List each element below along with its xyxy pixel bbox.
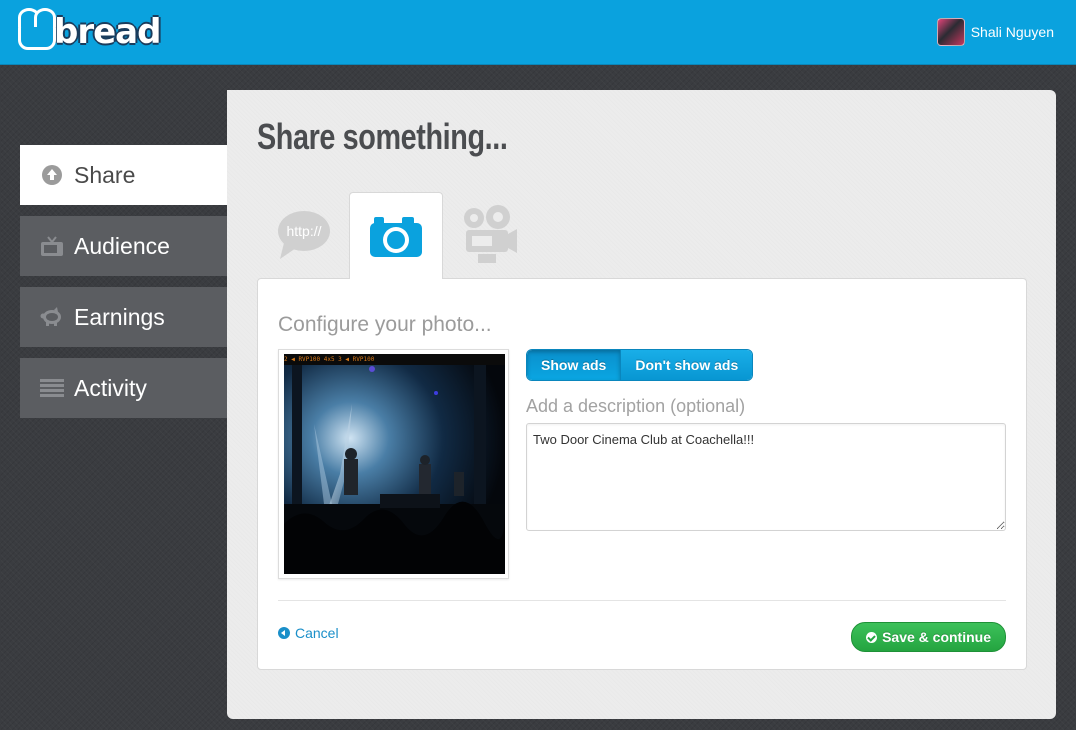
bread-logo-icon (18, 8, 56, 50)
save-continue-button[interactable]: Save & continue (851, 622, 1006, 652)
list-icon (40, 376, 64, 400)
divider (278, 600, 1006, 601)
sidebar-item-label: Share (74, 161, 136, 188)
user-menu[interactable]: Shali Nguyen (936, 18, 1054, 46)
sidebar-item-share[interactable]: Share (20, 145, 227, 205)
tv-icon (40, 234, 64, 258)
page-title: Share something... (257, 116, 508, 157)
photo-preview: 2 ◀ RVP100 4x5 3 ◀ RVP100 (278, 349, 509, 579)
camera-icon (370, 217, 422, 257)
speech-bubble-link-icon: http:// (278, 211, 330, 259)
film-strip: 2 ◀ RVP100 4x5 3 ◀ RVP100 (284, 354, 505, 365)
bread-logo[interactable]: bread (18, 8, 161, 54)
logo-text: bread (54, 12, 161, 52)
sidebar-item-earnings[interactable]: Earnings (20, 287, 227, 347)
cancel-label: Cancel (295, 625, 339, 641)
upload-circle-icon (40, 163, 64, 187)
sidebar-item-label: Activity (74, 374, 147, 401)
cancel-link[interactable]: Cancel (278, 625, 339, 641)
check-circle-icon (866, 631, 878, 643)
concert-photo: 2 ◀ RVP100 4x5 3 ◀ RVP100 (284, 354, 505, 574)
tab-photo[interactable] (349, 192, 443, 279)
back-arrow-icon (278, 627, 290, 639)
link-tab-label: http:// (286, 223, 321, 239)
photo-config-card: Configure your photo... 2 ◀ RVP100 4x5 3… (257, 278, 1027, 670)
tab-link[interactable]: http:// (257, 192, 351, 278)
sidebar-item-activity[interactable]: Activity (20, 358, 227, 418)
user-name: Shali Nguyen (970, 24, 1054, 40)
save-label: Save & continue (882, 629, 991, 645)
piggy-bank-icon (40, 305, 64, 329)
description-input[interactable]: Two Door Cinema Club at Coachella!!! (526, 423, 1006, 531)
sidebar-item-audience[interactable]: Audience (20, 216, 227, 276)
show-ads-button[interactable]: Show ads (527, 350, 621, 380)
ads-toggle: Show ads Don't show ads (526, 349, 754, 381)
video-camera-icon (464, 205, 517, 263)
sidebar-item-label: Earnings (74, 303, 165, 330)
card-title: Configure your photo... (278, 313, 492, 336)
top-bar: bread Shali Nguyen (0, 0, 1076, 65)
sidebar-item-label: Audience (74, 232, 170, 259)
share-panel: Share something... http:// Configure you… (227, 90, 1056, 719)
avatar (936, 18, 965, 46)
description-label: Add a description (optional) (526, 396, 746, 416)
dont-show-ads-button[interactable]: Don't show ads (620, 350, 753, 380)
concert-photo-image (284, 365, 505, 574)
tab-video[interactable] (442, 192, 536, 278)
